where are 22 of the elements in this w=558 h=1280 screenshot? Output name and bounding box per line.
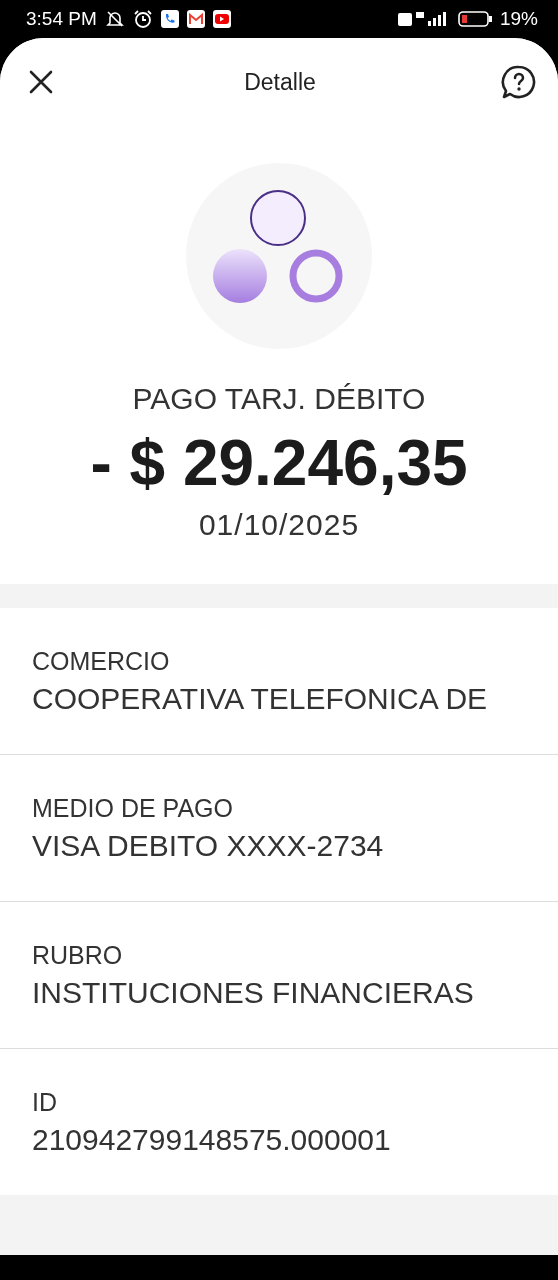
help-button[interactable] — [500, 63, 538, 101]
detail-label: COMERCIO — [32, 646, 171, 676]
video-app-icon — [212, 10, 231, 28]
detail-value: COOPERATIVA TELEFONICA DE — [32, 681, 489, 716]
detail-label: RUBRO — [32, 940, 124, 970]
battery-percentage: 19% — [499, 8, 538, 30]
detail-value: INSTITUCIONES FINANCIERAS — [32, 975, 475, 1010]
detail-value: 210942799148575.000001 — [32, 1122, 392, 1157]
phone-app-icon — [160, 10, 179, 28]
transaction-amount: - $ 29.246,35 — [90, 426, 468, 500]
mail-app-icon — [186, 10, 205, 28]
detail-label: MEDIO DE PAGO — [32, 793, 234, 823]
screen-title: Detalle — [244, 68, 316, 96]
detail-label: ID — [32, 1087, 58, 1117]
detail-value: VISA DEBITO XXXX-2734 — [32, 828, 385, 863]
merchant-logo-icon — [185, 162, 373, 350]
transaction-date: 01/10/2025 — [198, 508, 360, 542]
battery-icon — [457, 11, 492, 27]
status-time: 3:54 PM — [26, 8, 97, 30]
alarm-icon — [132, 9, 153, 29]
transaction-type: PAGO TARJ. DÉBITO — [132, 382, 426, 416]
notifications-off-icon — [104, 9, 125, 29]
